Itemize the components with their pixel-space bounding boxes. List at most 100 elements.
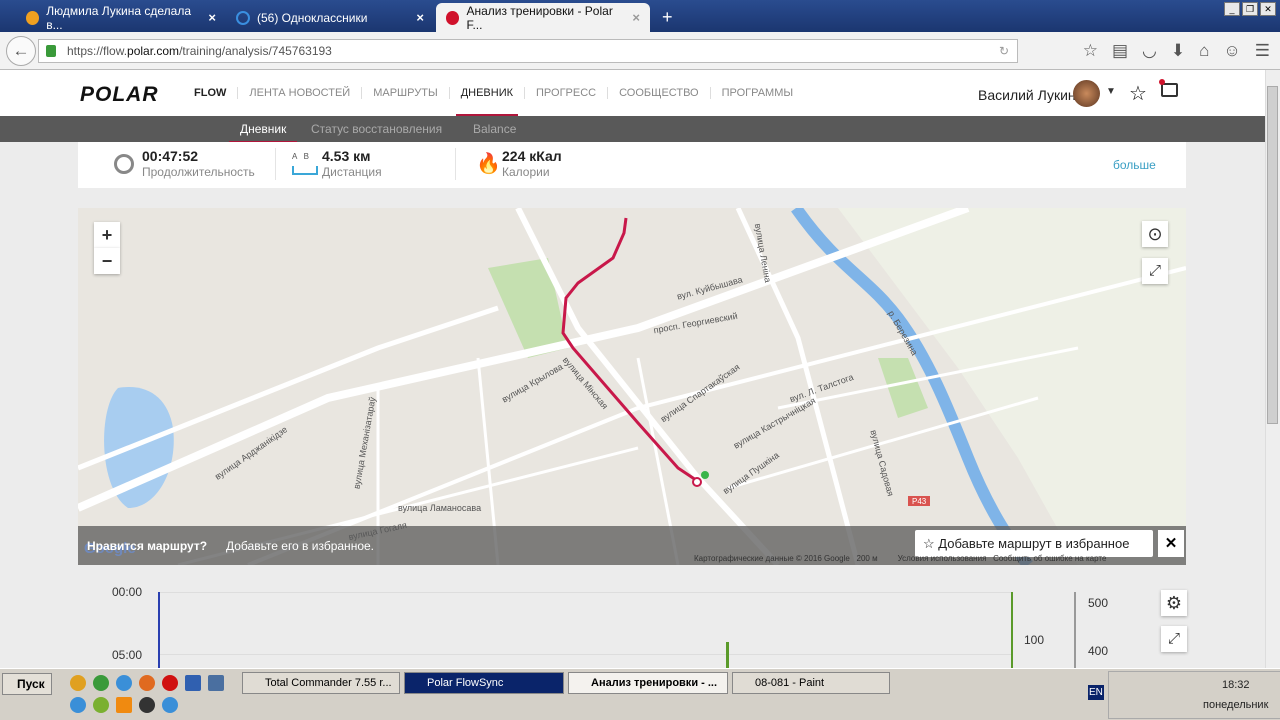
avatar[interactable] [1073,80,1100,107]
map-data-credit: Картографические данные © 2016 Google [694,554,850,563]
bookmark-star-icon[interactable]: ☆ [1083,41,1098,61]
nav-programs[interactable]: ПРОГРАММЫ [709,87,805,99]
home-icon[interactable]: ⌂ [1199,41,1209,61]
minimize-icon[interactable]: _ [1224,2,1240,16]
route-map[interactable]: вулица Мінская вулица Крылова просп. Гео… [78,208,1186,565]
route-end-marker [692,477,702,487]
address-bar[interactable]: https://flow.polar.com/training/analysis… [38,39,1018,63]
quicklaunch-icon[interactable] [70,675,86,691]
training-summary: 00:47:52 Продолжительность A B 4.53 км Дис… [78,142,1186,188]
tab-mail[interactable]: Людмила Лукина сделала в... × [16,3,226,32]
map-attribution: Картографические данные © 2016 Google 20… [694,554,1106,563]
opera-icon[interactable] [162,675,178,691]
chrome-icon[interactable] [93,675,109,691]
close-tab-icon[interactable]: × [208,10,216,25]
report-link[interactable]: Сообщить об ошибке на карте [993,554,1106,563]
locate-icon[interactable]: ⊙ [1142,221,1168,247]
polar-favicon-icon [446,10,460,25]
time-tick: 00:00 [112,585,143,599]
subnav-recovery[interactable]: Статус восстановления [311,122,442,136]
ruler-icon [292,166,318,175]
polar-logo[interactable]: POLAR [80,83,159,107]
add-to-favorites-button[interactable]: ☆ Добавьте маршрут в избранное [915,530,1153,557]
calories-label: Калории [502,165,550,179]
pocket-icon[interactable]: ◡ [1142,41,1157,61]
download-icon[interactable]: ⬇ [1171,41,1185,61]
url-domain: polar.com [127,44,180,58]
notifications-icon[interactable] [1159,79,1178,97]
nav-flow[interactable]: FLOW [194,87,237,99]
divider [275,148,276,180]
close-tab-icon[interactable]: × [632,10,640,25]
system-tray [1108,671,1280,719]
close-tab-icon[interactable]: × [416,10,424,25]
quicklaunch-icon[interactable] [162,697,178,713]
close-window-icon[interactable]: ✕ [1260,2,1276,16]
language-indicator[interactable]: EN [1088,685,1104,700]
loading-icon [236,10,250,25]
save-icon[interactable] [185,675,201,691]
menu-icon[interactable]: ☰ [1255,41,1270,61]
task-polar-flowsync[interactable]: Polar FlowSync [404,672,564,694]
nav-feed[interactable]: ЛЕНТА НОВОСТЕЙ [237,87,361,99]
media-player-icon[interactable] [139,697,155,713]
back-button[interactable]: ← [6,36,36,66]
distance-label: Дистанция [322,165,382,179]
task-total-commander[interactable]: Total Commander 7.55 r... [242,672,400,694]
sub-nav: Дневник Статус восстановления Balance [0,116,1265,144]
flame-icon: 🔥 [476,153,501,175]
start-button[interactable]: Пуск [2,673,52,695]
axis-line [1074,592,1076,668]
vk-icon[interactable] [208,675,224,691]
browser-tab-bar: Людмила Лукина сделала в... × (56) Однокл… [0,0,1280,32]
task-firefox[interactable]: Анализ тренировки - ... [568,672,728,694]
quicklaunch-icon[interactable] [116,675,132,691]
firefox-icon[interactable] [139,675,155,691]
new-tab-button[interactable]: + [652,3,683,32]
ie-icon[interactable] [70,697,86,713]
distance-stat: 4.53 км Дистанция [322,148,382,179]
chart-fullscreen-icon[interactable]: ⤢ [1161,626,1187,652]
quicklaunch-icon[interactable] [93,697,109,713]
fullscreen-icon[interactable]: ⤢ [1142,258,1168,284]
restore-icon[interactable]: ❐ [1242,2,1258,16]
favorites-star-icon[interactable]: ☆ [1129,81,1147,106]
clock[interactable]: 18:32 [1222,679,1250,691]
subnav-balance[interactable]: Balance [473,122,516,136]
task-paint[interactable]: 08-081 - Paint [732,672,890,694]
nav-progress[interactable]: ПРОГРЕСС [524,87,607,99]
odnoklassniki-icon[interactable] [116,697,132,713]
training-chart: 00:00 05:00 100 500 400 ⚙ ⤢ [78,578,1187,668]
reading-list-icon[interactable]: ▤ [1112,41,1128,61]
chat-icon[interactable]: ☺ [1223,41,1240,61]
zoom-in-button[interactable]: + [94,222,120,248]
window-controls: _ ❐ ✕ [1224,2,1276,16]
a-b-label: A B [292,152,309,161]
close-banner-icon[interactable]: ✕ [1158,530,1184,557]
polar-header: POLAR FLOW ЛЕНТА НОВОСТЕЙ МАРШРУТЫ ДНЕВН… [0,70,1265,117]
add-favorites-label: Добавьте маршрут в избранное [938,536,1130,551]
stopwatch-icon [114,154,134,174]
hr-tick: 100 [1024,633,1045,647]
end-marker [1011,592,1013,668]
mail-favicon-icon [26,10,40,25]
right-tick: 400 [1088,644,1109,658]
nav-routes[interactable]: МАРШРУТЫ [361,87,448,99]
nav-diary[interactable]: ДНЕВНИК [448,87,524,117]
user-menu-chevron-icon[interactable]: ▼ [1106,86,1116,97]
subnav-diary[interactable]: Дневник [228,122,298,144]
divider [455,148,456,180]
terms-link[interactable]: Условия использования [898,554,987,563]
reload-icon[interactable]: ↻ [999,40,1009,62]
nav-community[interactable]: СООБЩЕСТВО [607,87,710,99]
tab-odnoklassniki[interactable]: (56) Одноклассники × [226,3,434,32]
zoom-out-button[interactable]: − [94,248,120,274]
promo-question: Нравится маршрут? [87,539,208,553]
calories-value: 224 кКал [502,148,562,164]
user-name[interactable]: Василий Лукин [978,87,1076,103]
more-link[interactable]: больше [1113,158,1156,172]
chart-settings-icon[interactable]: ⚙ [1161,590,1187,616]
url-path: /training/analysis/745763193 [179,44,332,58]
tab-polar[interactable]: Анализ тренировки - Polar F... × [436,3,650,32]
scrollbar-thumb[interactable] [1267,86,1278,424]
